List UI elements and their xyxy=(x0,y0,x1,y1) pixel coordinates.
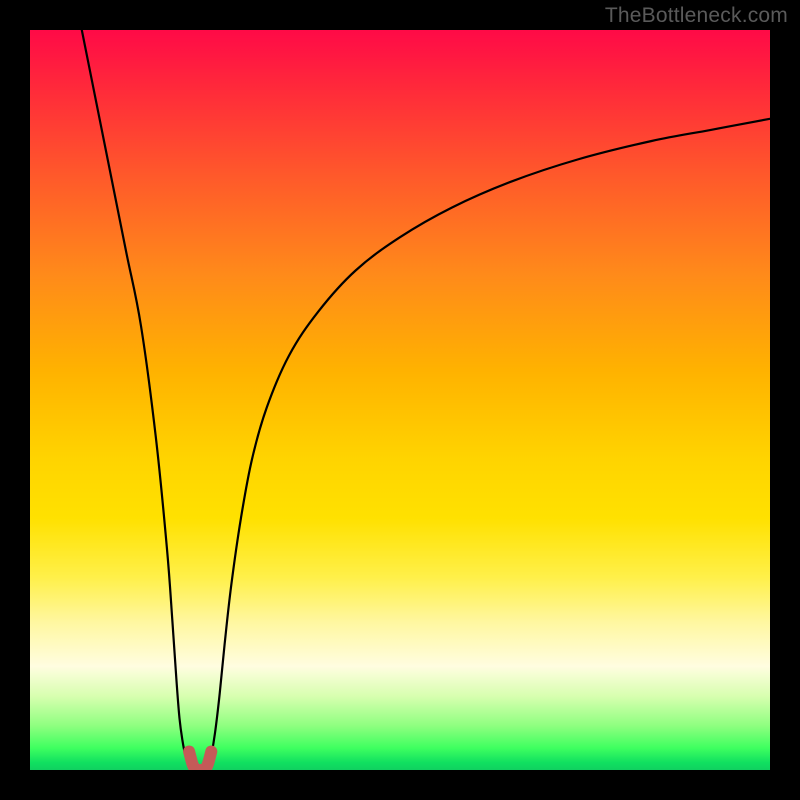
trough-marker xyxy=(189,752,211,771)
plot-area xyxy=(30,30,770,770)
chart-frame: TheBottleneck.com xyxy=(0,0,800,800)
curve-left-branch xyxy=(82,30,193,770)
curve-layer xyxy=(30,30,770,770)
watermark-text: TheBottleneck.com xyxy=(605,4,788,28)
curve-right-branch xyxy=(208,119,770,770)
